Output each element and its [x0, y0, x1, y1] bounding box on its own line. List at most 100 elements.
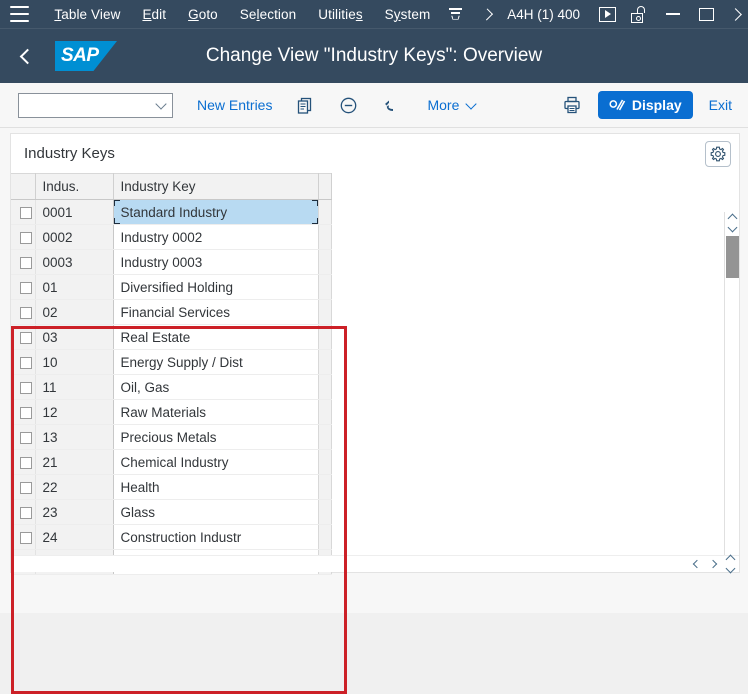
table-row[interactable]: 0002Industry 0002 [11, 225, 331, 250]
cell-industry-key[interactable]: Standard Industry [113, 200, 318, 225]
row-checkbox[interactable] [20, 282, 32, 294]
row-select-cell[interactable] [11, 350, 35, 375]
table-row[interactable]: 02Financial Services [11, 300, 331, 325]
row-checkbox[interactable] [20, 507, 32, 519]
cell-indus[interactable]: 0001 [35, 200, 113, 225]
exit-button[interactable]: Exit [709, 97, 732, 113]
row-checkbox[interactable] [20, 457, 32, 469]
cell-industry-key[interactable]: Health [113, 475, 318, 500]
row-select-cell[interactable] [11, 325, 35, 350]
cell-indus[interactable]: 03 [35, 325, 113, 350]
cell-industry-key[interactable]: Energy Supply / Dist [113, 350, 318, 375]
table-row[interactable]: 0003Industry 0003 [11, 250, 331, 275]
row-checkbox[interactable] [20, 257, 32, 269]
cell-indus[interactable]: 10 [35, 350, 113, 375]
cell-industry-key[interactable]: Raw Materials [113, 400, 318, 425]
row-checkbox[interactable] [20, 482, 32, 494]
minimize-icon[interactable] [666, 13, 680, 15]
cell-indus[interactable]: 13 [35, 425, 113, 450]
row-select-cell[interactable] [11, 200, 35, 225]
hamburger-icon[interactable] [10, 6, 29, 22]
new-entries-button[interactable]: New Entries [197, 97, 272, 113]
display-button[interactable]: Display [598, 91, 693, 119]
sap-logo[interactable]: SAP [55, 41, 117, 71]
row-select-cell[interactable] [11, 250, 35, 275]
menu-item-system[interactable]: System [374, 7, 442, 22]
table-row[interactable]: 10Energy Supply / Dist [11, 350, 331, 375]
row-checkbox[interactable] [20, 232, 32, 244]
row-checkbox[interactable] [20, 332, 32, 344]
menu-overflow-icon[interactable] [447, 8, 463, 19]
menu-forward-icon[interactable] [481, 8, 493, 20]
scroll-arrows-bottom[interactable] [727, 556, 734, 572]
table-row[interactable]: 11Oil, Gas [11, 375, 331, 400]
row-checkbox[interactable] [20, 432, 32, 444]
view-selector-combobox[interactable] [18, 93, 173, 118]
cell-indus[interactable]: 21 [35, 450, 113, 475]
table-row[interactable]: 22Health [11, 475, 331, 500]
chevron-left-icon[interactable] [693, 560, 701, 568]
row-select-cell[interactable] [11, 475, 35, 500]
cell-industry-key[interactable]: Oil, Gas [113, 375, 318, 400]
minus-circle-icon[interactable] [339, 96, 358, 115]
column-header-select[interactable] [11, 174, 35, 200]
undo-arrow-icon[interactable] [382, 96, 401, 115]
table-row[interactable]: 03Real Estate [11, 325, 331, 350]
row-checkbox[interactable] [20, 207, 32, 219]
row-select-cell[interactable] [11, 400, 35, 425]
row-checkbox[interactable] [20, 357, 32, 369]
scroll-arrows-top[interactable] [725, 212, 739, 234]
table-row[interactable]: 23Glass [11, 500, 331, 525]
menu-item-selection[interactable]: Selection [229, 7, 307, 22]
table-row[interactable]: 01Diversified Holding [11, 275, 331, 300]
cell-indus[interactable]: 24 [35, 525, 113, 550]
play-in-box-icon[interactable] [599, 7, 616, 22]
cell-industry-key[interactable]: Industry 0002 [113, 225, 318, 250]
cell-industry-key[interactable]: Construction Industr [113, 525, 318, 550]
menu-item-utilities[interactable]: Utilities [307, 7, 373, 22]
copy-document-icon[interactable] [296, 96, 315, 115]
cell-indus[interactable]: 02 [35, 300, 113, 325]
row-select-cell[interactable] [11, 225, 35, 250]
row-checkbox[interactable] [20, 307, 32, 319]
menu-item-table-view[interactable]: Table View [43, 7, 131, 22]
vertical-scrollbar-thumb[interactable] [726, 236, 739, 278]
table-row[interactable]: 21Chemical Industry [11, 450, 331, 475]
unlocked-padlock-icon[interactable] [630, 6, 645, 23]
row-select-cell[interactable] [11, 450, 35, 475]
row-select-cell[interactable] [11, 525, 35, 550]
caret-down-icon[interactable] [726, 564, 736, 574]
menu-item-edit[interactable]: Edit [131, 7, 177, 22]
cell-indus[interactable]: 12 [35, 400, 113, 425]
back-chevron-icon[interactable] [20, 48, 36, 64]
cell-industry-key[interactable]: Precious Metals [113, 425, 318, 450]
cell-industry-key[interactable]: Financial Services [113, 300, 318, 325]
caret-down-icon[interactable] [727, 223, 737, 233]
row-select-cell[interactable] [11, 275, 35, 300]
row-select-cell[interactable] [11, 425, 35, 450]
row-checkbox[interactable] [20, 382, 32, 394]
cell-industry-key[interactable]: Chemical Industry [113, 450, 318, 475]
gear-icon[interactable] [705, 141, 731, 167]
printer-icon[interactable] [562, 95, 582, 115]
more-button[interactable]: More [427, 97, 475, 113]
cell-indus[interactable]: 11 [35, 375, 113, 400]
cell-indus[interactable]: 22 [35, 475, 113, 500]
close-chevron-icon[interactable] [731, 10, 740, 19]
cell-industry-key[interactable]: Glass [113, 500, 318, 525]
cell-industry-key[interactable]: Industry 0003 [113, 250, 318, 275]
cell-industry-key[interactable]: Real Estate [113, 325, 318, 350]
vertical-scrollbar[interactable] [724, 212, 739, 555]
column-header-industry-key[interactable]: Industry Key [113, 174, 318, 200]
row-checkbox[interactable] [20, 532, 32, 544]
menu-item-goto[interactable]: Goto [177, 7, 229, 22]
table-row[interactable]: 0001Standard Industry [11, 200, 331, 225]
row-select-cell[interactable] [11, 300, 35, 325]
cell-indus[interactable]: 0003 [35, 250, 113, 275]
table-row[interactable]: 12Raw Materials [11, 400, 331, 425]
chevron-right-icon[interactable] [709, 560, 717, 568]
cell-indus[interactable]: 0002 [35, 225, 113, 250]
row-select-cell[interactable] [11, 500, 35, 525]
maximize-icon[interactable] [699, 8, 714, 21]
cell-indus[interactable]: 01 [35, 275, 113, 300]
